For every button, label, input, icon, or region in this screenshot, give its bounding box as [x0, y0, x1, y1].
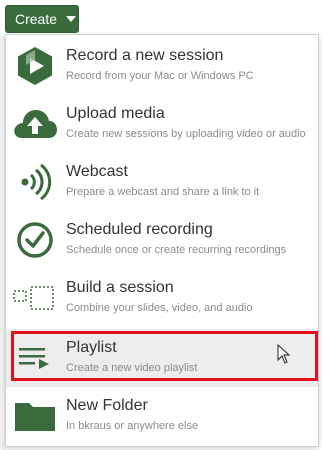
mouse-cursor-icon [277, 343, 291, 369]
menu-item-subtitle: Create a new video playlist [66, 362, 198, 374]
menu-item-subtitle: In bkraus or anywhere else [66, 420, 199, 432]
menu-item-title: New Folder [66, 397, 148, 414]
menu-item-title: Scheduled recording [66, 221, 213, 238]
menu-item-subtitle: Create new sessions by uploading video o… [66, 128, 306, 140]
menu-item-scheduled-recording[interactable]: Scheduled recording Schedule once or cre… [6, 211, 318, 269]
create-dropdown-menu: Record a new session Record from your Ma… [5, 34, 319, 447]
playlist-icon [12, 337, 58, 379]
menu-item-subtitle: Combine your slides, video, and audio [66, 302, 253, 314]
build-session-icon [12, 277, 58, 319]
menu-item-record-session[interactable]: Record a new session Record from your Ma… [6, 37, 318, 95]
create-button[interactable]: Create [5, 5, 79, 33]
create-button-label: Create [15, 11, 58, 27]
menu-item-subtitle: Schedule once or create recurring record… [66, 244, 287, 256]
menu-item-new-folder[interactable]: New Folder In bkraus or anywhere else [6, 387, 318, 445]
menu-item-subtitle: Record from your Mac or Windows PC [66, 70, 254, 82]
menu-item-title: Upload media [66, 105, 165, 122]
caret-down-icon [66, 16, 77, 22]
menu-item-title: Build a session [66, 279, 174, 296]
menu-item-title: Playlist [66, 339, 117, 356]
menu-item-subtitle: Prepare a webcast and share a link to it [66, 186, 260, 198]
panopto-record-icon [12, 45, 58, 87]
clock-icon [12, 219, 58, 261]
menu-item-title: Webcast [66, 163, 128, 180]
menu-item-upload-media[interactable]: Upload media Create new sessions by uplo… [6, 95, 318, 153]
broadcast-icon [12, 161, 58, 203]
cloud-upload-icon [12, 103, 58, 145]
menu-item-playlist[interactable]: Playlist Create a new video playlist [6, 329, 318, 387]
menu-item-webcast[interactable]: Webcast Prepare a webcast and share a li… [6, 153, 318, 211]
menu-item-build-session[interactable]: Build a session Combine your slides, vid… [6, 269, 318, 327]
menu-item-title: Record a new session [66, 47, 224, 64]
folder-icon [12, 395, 58, 437]
